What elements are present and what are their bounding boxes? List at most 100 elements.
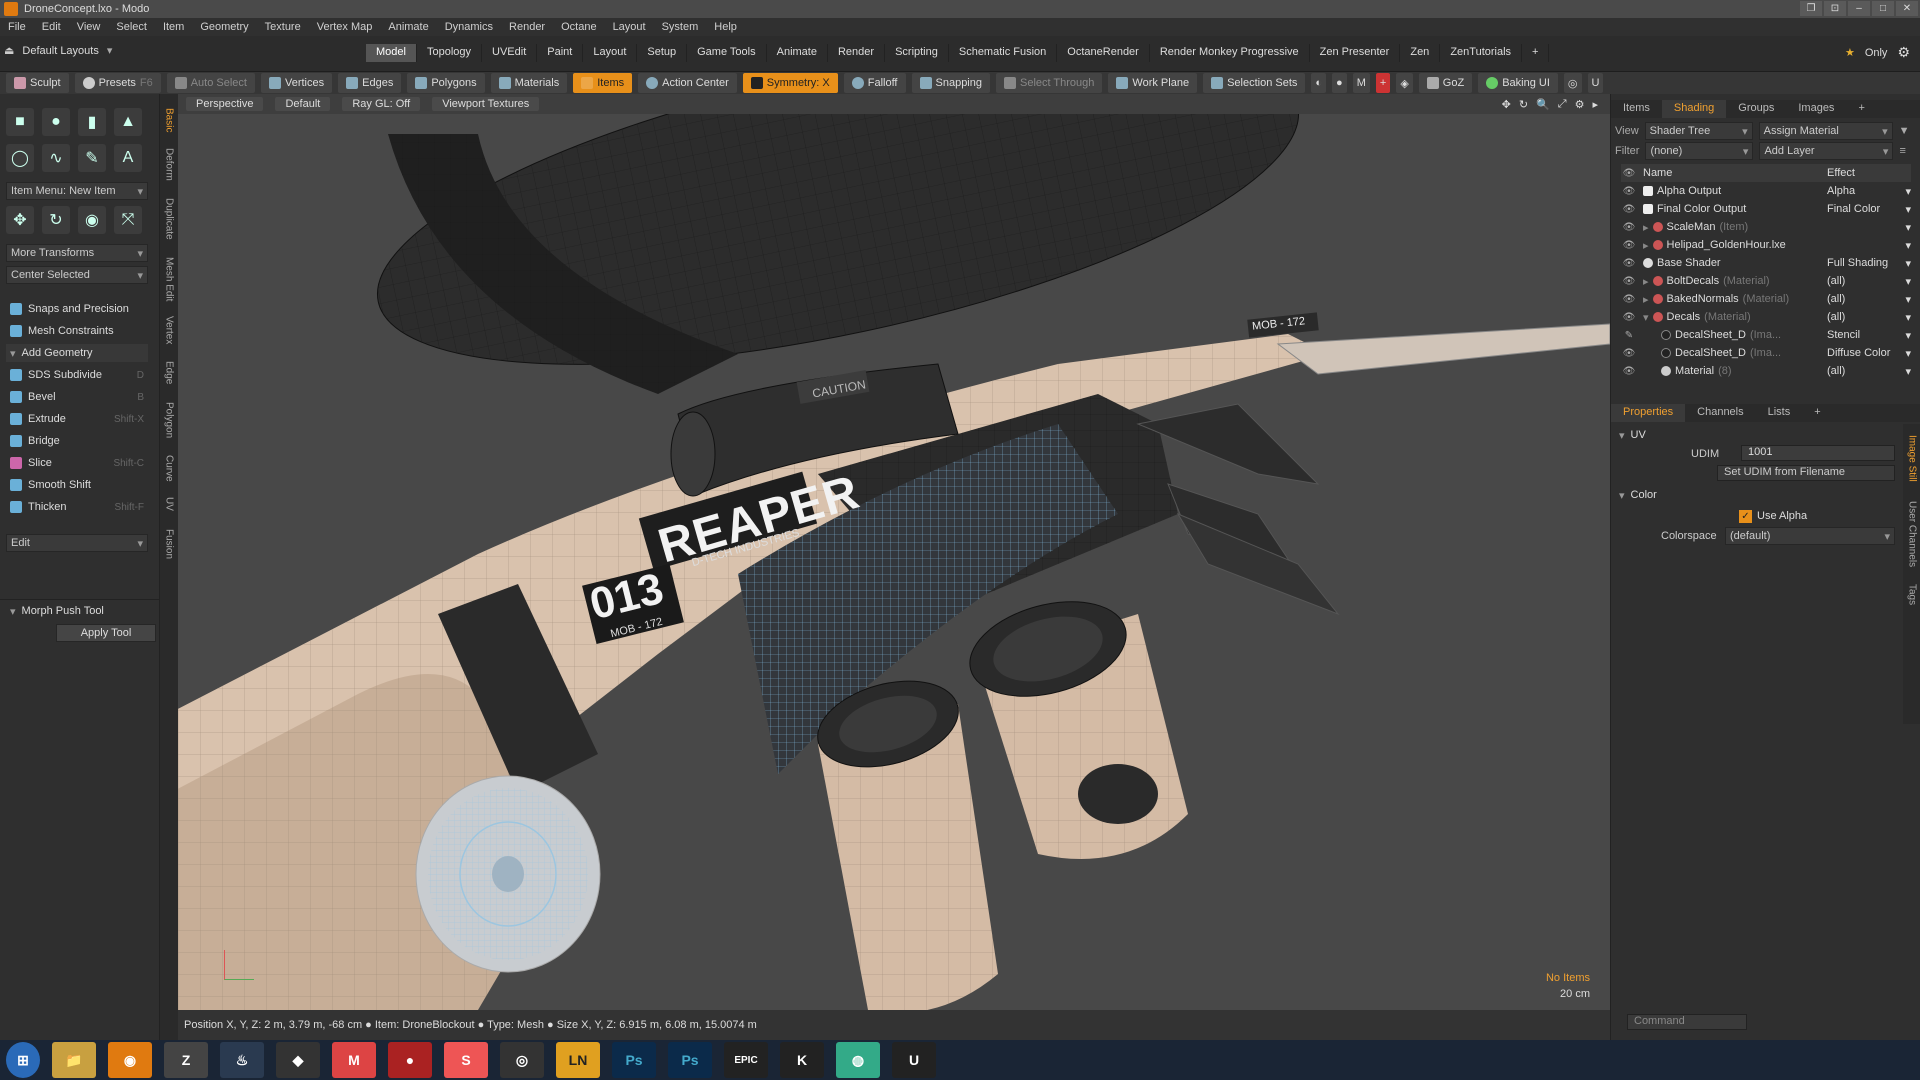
- more-transforms-dropdown[interactable]: More Transforms: [6, 244, 148, 262]
- shading-icon[interactable]: ◐: [1311, 73, 1327, 93]
- viewport-textures[interactable]: Viewport Textures: [432, 97, 540, 111]
- menu-select[interactable]: Select: [116, 21, 147, 33]
- set-udim-button[interactable]: Set UDIM from Filename: [1717, 465, 1895, 481]
- pin-icon[interactable]: ⊡: [1824, 1, 1846, 16]
- work-plane-button[interactable]: Work Plane: [1108, 73, 1198, 93]
- maximize-button[interactable]: □: [1872, 1, 1894, 16]
- vtab-image-still[interactable]: Image Still: [1903, 428, 1920, 488]
- chevron-down-icon[interactable]: ▾: [1905, 239, 1911, 252]
- cylinder-primitive-icon[interactable]: ▮: [78, 108, 106, 136]
- cone-primitive-icon[interactable]: ▲: [114, 108, 142, 136]
- shader-row[interactable]: 👁 ▸ BakedNormals (Material) (all) ▾: [1621, 290, 1911, 308]
- tab-lists[interactable]: Lists: [1756, 404, 1803, 422]
- sphere-primitive-icon[interactable]: ●: [42, 108, 70, 136]
- default-layouts-dropdown[interactable]: Default Layouts: [22, 45, 98, 57]
- menu-octane[interactable]: Octane: [561, 21, 596, 33]
- vtab-polygon[interactable]: Polygon: [160, 396, 178, 444]
- visibility-eye-icon[interactable]: 👁: [1621, 204, 1637, 215]
- command-input[interactable]: Command: [1627, 1014, 1747, 1030]
- unity-icon[interactable]: ◎: [1563, 73, 1582, 93]
- uv-section-header[interactable]: ▾ UV: [1615, 426, 1895, 444]
- tab-animate[interactable]: Animate: [767, 44, 828, 62]
- file-explorer-icon[interactable]: 📁: [52, 1042, 96, 1078]
- visibility-eye-icon[interactable]: 👁: [1621, 240, 1637, 251]
- use-alpha-checkbox[interactable]: ✓: [1739, 510, 1752, 523]
- substance-painter-icon[interactable]: S: [444, 1042, 488, 1078]
- cube-primitive-icon[interactable]: ■: [6, 108, 34, 136]
- pan-icon[interactable]: ✥: [1502, 98, 1511, 111]
- scale-icon[interactable]: ◉: [78, 206, 106, 234]
- vtab-basic[interactable]: Basic: [160, 102, 178, 138]
- menu-vertex-map[interactable]: Vertex Map: [317, 21, 373, 33]
- tab-items[interactable]: Items: [1611, 100, 1662, 118]
- tab-schematic-fusion[interactable]: Schematic Fusion: [949, 44, 1058, 62]
- brush-mode-icon[interactable]: ✎: [1621, 330, 1637, 341]
- goz-button[interactable]: GoZ: [1418, 73, 1473, 93]
- falloff-button[interactable]: Falloff: [843, 73, 906, 93]
- menu-item[interactable]: Item: [163, 21, 184, 33]
- chevron-down-icon[interactable]: ▾: [1905, 311, 1911, 324]
- add-tab-button[interactable]: +: [1522, 44, 1550, 62]
- unreal-taskbar-icon[interactable]: U: [892, 1042, 936, 1078]
- viewport-perspective[interactable]: Perspective: [186, 97, 264, 111]
- pen-tool-icon[interactable]: ∿: [42, 144, 70, 172]
- viewport-gear-icon[interactable]: ⚙: [1575, 98, 1585, 111]
- items-button[interactable]: Items: [573, 73, 633, 93]
- tab-octanerender[interactable]: OctaneRender: [1057, 44, 1150, 62]
- vtab-edge[interactable]: Edge: [160, 356, 178, 390]
- chevron-down-icon[interactable]: ▾: [1905, 347, 1911, 360]
- visibility-eye-icon[interactable]: 👁: [1621, 366, 1637, 377]
- obs-icon[interactable]: ◎: [500, 1042, 544, 1078]
- chevron-down-icon[interactable]: ▾: [1905, 257, 1911, 270]
- tool-slice[interactable]: Slice Shift-C: [6, 454, 148, 472]
- viewport-menu-arrow-icon[interactable]: ▸: [1592, 98, 1598, 111]
- unity-taskbar-icon[interactable]: ◆: [276, 1042, 320, 1078]
- substance-designer-icon[interactable]: ●: [388, 1042, 432, 1078]
- unreal-icon[interactable]: U: [1587, 73, 1604, 93]
- tab-scripting[interactable]: Scripting: [885, 44, 949, 62]
- snaps-precision-item[interactable]: Snaps and Precision: [6, 300, 148, 318]
- auto-select-button[interactable]: Auto Select: [166, 73, 255, 93]
- modo-taskbar-icon[interactable]: ◉: [108, 1042, 152, 1078]
- tool-smooth-shift[interactable]: Smooth Shift: [6, 476, 148, 494]
- vtab-vertex[interactable]: Vertex: [160, 310, 178, 350]
- chevron-down-icon[interactable]: ▾: [1905, 329, 1911, 342]
- add-layer-dropdown[interactable]: Add Layer: [1759, 142, 1894, 160]
- shader-row[interactable]: 👁 ▾ Decals (Material) (all) ▾: [1621, 308, 1911, 326]
- visibility-eye-icon[interactable]: 👁: [1621, 258, 1637, 269]
- close-button[interactable]: ✕: [1896, 1, 1918, 16]
- sphere-icon[interactable]: ●: [1332, 73, 1347, 93]
- torus-primitive-icon[interactable]: ◯: [6, 144, 34, 172]
- tab-render-monkey[interactable]: Render Monkey Progressive: [1150, 44, 1310, 62]
- gear-icon[interactable]: ⚙: [1897, 44, 1910, 61]
- shader-row[interactable]: 👁 ▸ ScaleMan (Item) ▾: [1621, 218, 1911, 236]
- restore-icon[interactable]: ❐: [1800, 1, 1822, 16]
- visibility-eye-icon[interactable]: 👁: [1621, 186, 1637, 197]
- assign-material-dropdown[interactable]: Assign Material: [1758, 122, 1893, 140]
- tab-topology[interactable]: Topology: [417, 44, 483, 62]
- tab-layout[interactable]: Layout: [583, 44, 638, 62]
- view-dropdown[interactable]: Shader Tree: [1644, 122, 1753, 140]
- viewport-shading-default[interactable]: Default: [275, 97, 331, 111]
- list-icon[interactable]: ≡: [1899, 145, 1905, 157]
- vtab-fusion[interactable]: Fusion: [160, 524, 178, 564]
- k-app-icon[interactable]: K: [780, 1042, 824, 1078]
- symmetry-button[interactable]: Symmetry: X: [742, 73, 838, 93]
- chevron-down-icon[interactable]: ▾: [1905, 221, 1911, 234]
- layout-icon[interactable]: ⏏: [4, 44, 14, 57]
- add-panel-tab-button[interactable]: +: [1846, 100, 1876, 118]
- menu-view[interactable]: View: [77, 21, 101, 33]
- select-through-button[interactable]: Select Through: [996, 73, 1103, 93]
- visibility-eye-icon[interactable]: 👁: [1621, 348, 1637, 359]
- orbit-icon[interactable]: ↻: [1519, 98, 1528, 111]
- curve-tool-icon[interactable]: ✎: [78, 144, 106, 172]
- expand-arrow-icon[interactable]: ▸: [1643, 221, 1649, 234]
- photoshop-icon[interactable]: Ps: [668, 1042, 712, 1078]
- presets-button[interactable]: Presets F6: [74, 73, 161, 93]
- col-name[interactable]: Name: [1637, 167, 1827, 179]
- zbrush-icon[interactable]: Z: [164, 1042, 208, 1078]
- menu-layout[interactable]: Layout: [613, 21, 646, 33]
- materials-button[interactable]: Materials: [490, 73, 568, 93]
- transform-icon[interactable]: ⤧: [114, 206, 142, 234]
- vtab-uv[interactable]: UV: [160, 492, 178, 516]
